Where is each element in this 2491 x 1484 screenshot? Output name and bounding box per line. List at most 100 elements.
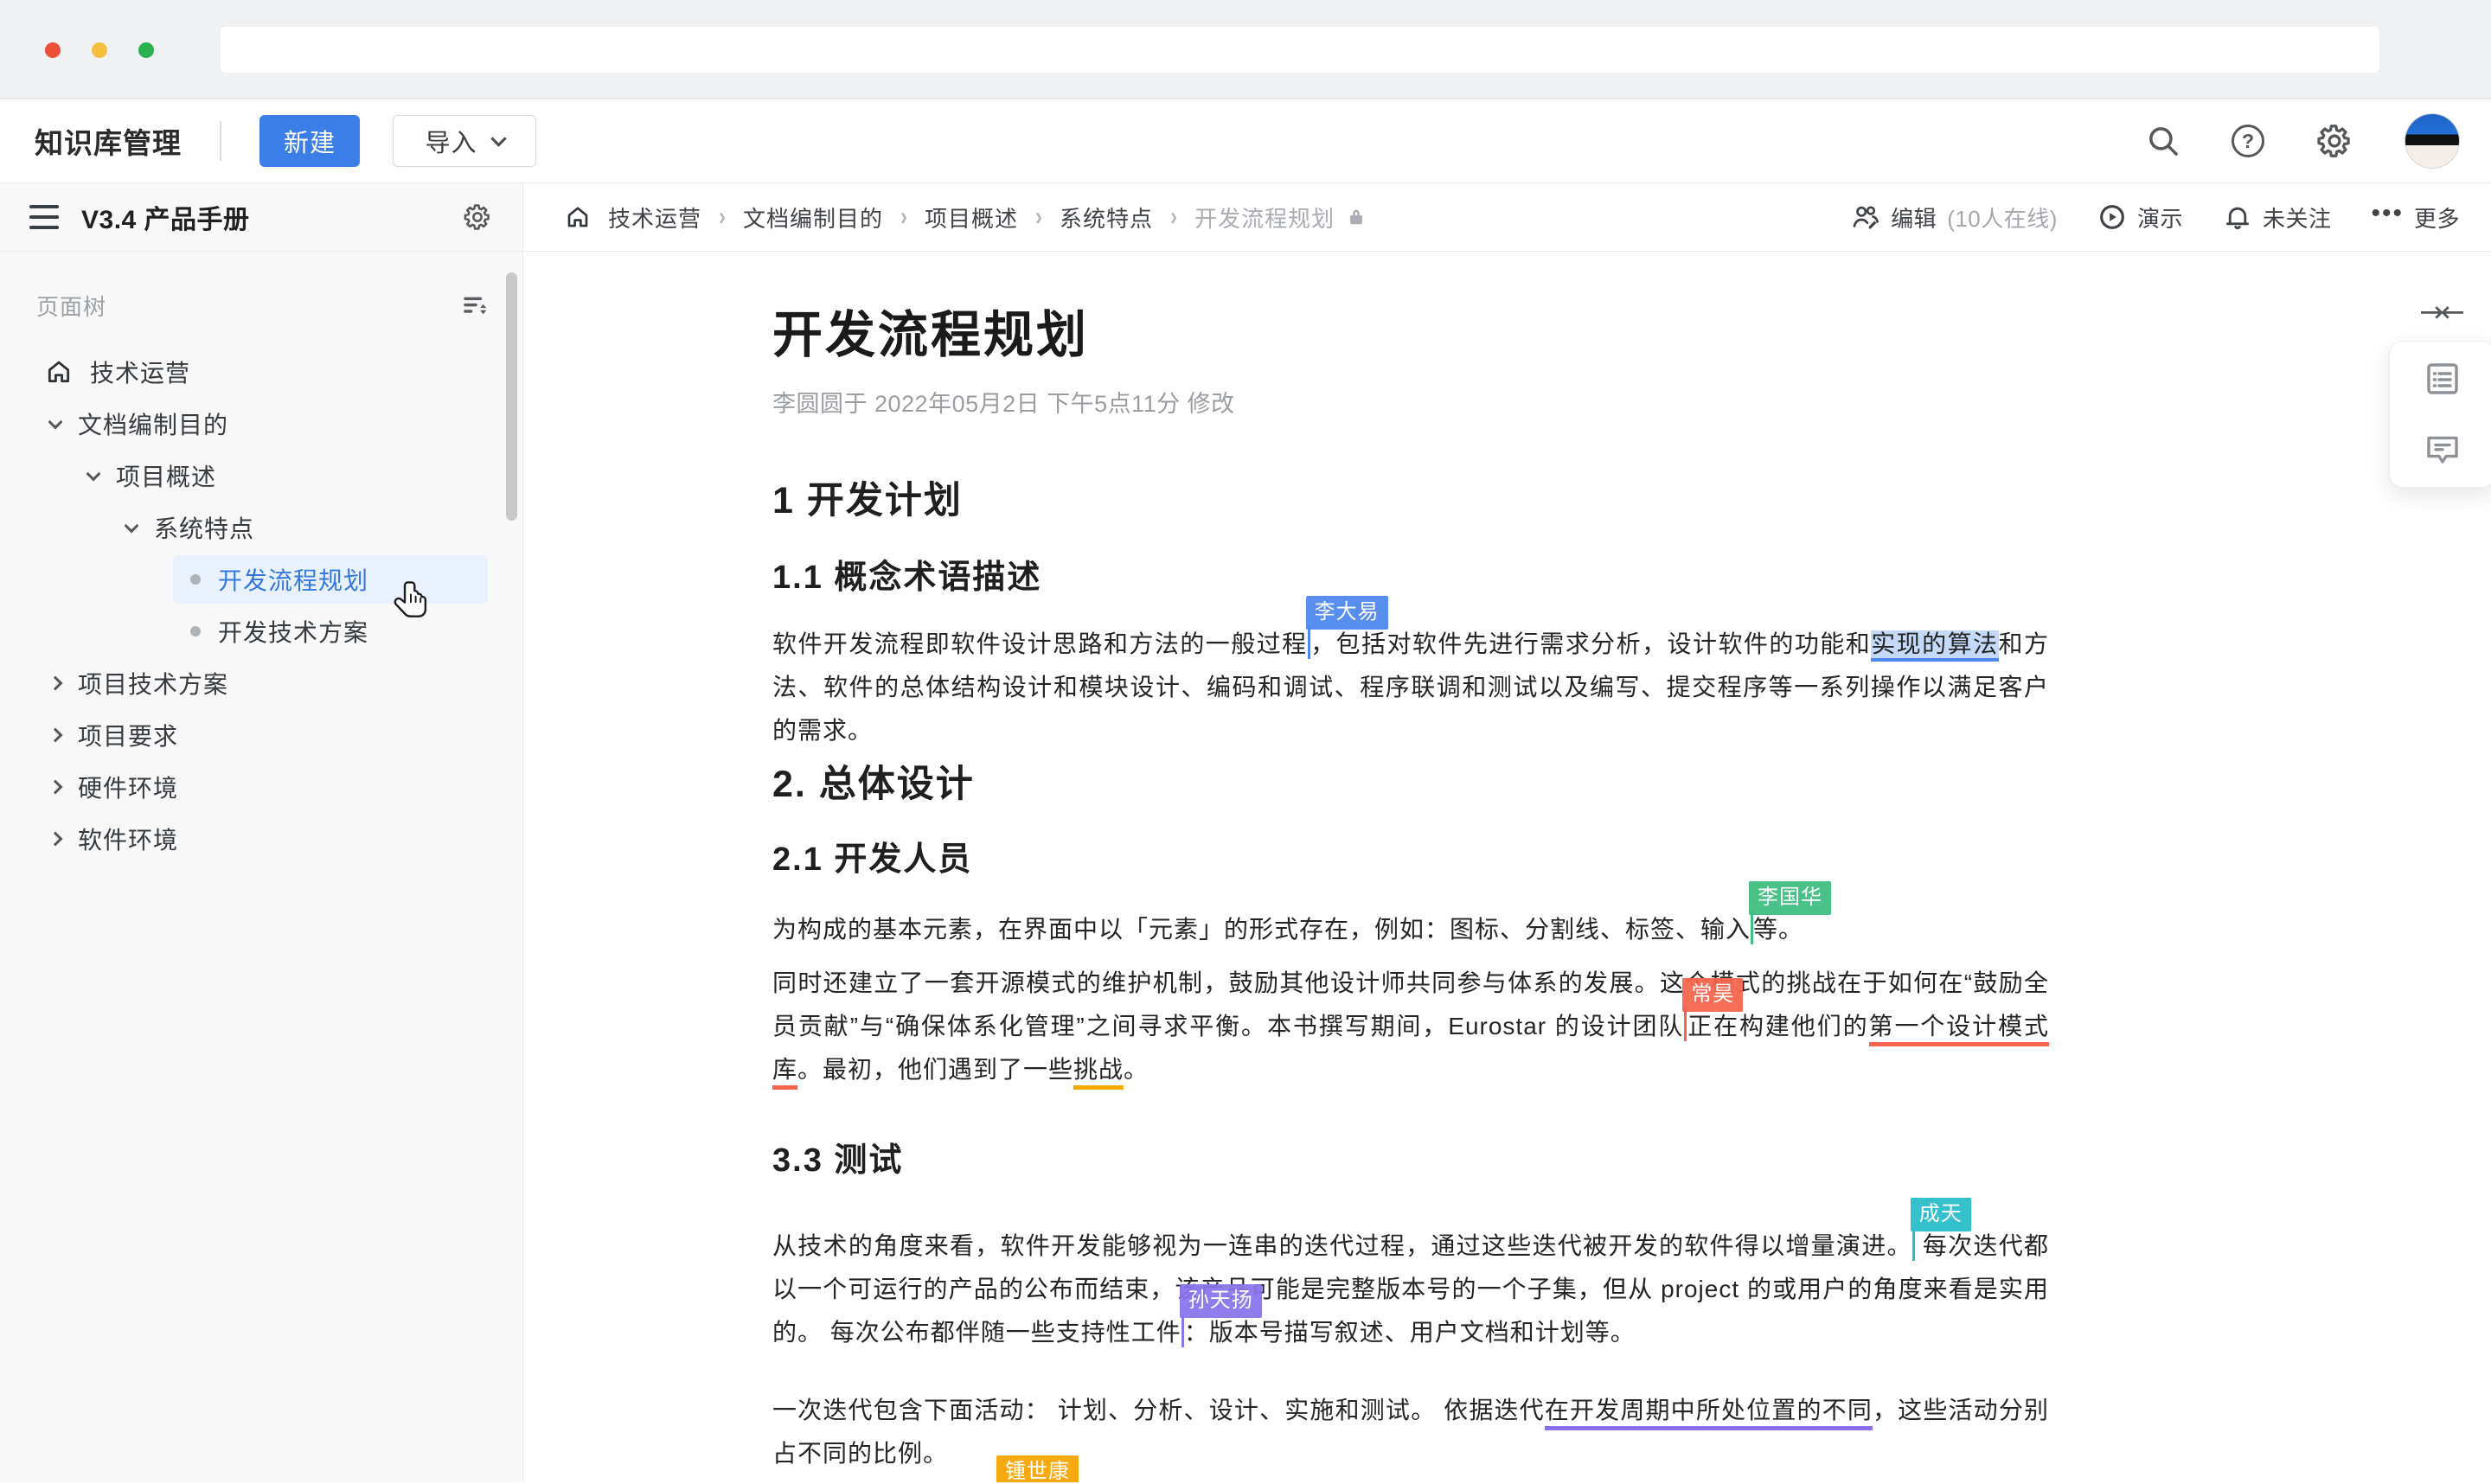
tree-item-project-tech-solution[interactable]: 项目技术方案 (0, 657, 522, 709)
tree-item-system-features[interactable]: 系统特点 (0, 502, 522, 553)
breadcrumb: 技术运营 › 文档编制目的 › 项目概述 › 系统特点 › 开发流程规划 (565, 201, 1367, 233)
help-icon[interactable]: ? (2232, 125, 2264, 157)
sidebar-header: V3.4 产品手册 (0, 183, 522, 252)
app-title: 知识库管理 (35, 120, 182, 162)
chevron-down-icon[interactable] (125, 519, 139, 534)
collab-label-lidayi: 李大易 (1306, 596, 1388, 630)
outline-toc-icon[interactable] (2422, 358, 2463, 400)
sort-order-icon[interactable] (462, 292, 490, 320)
chevron-down-icon (490, 131, 506, 146)
new-button[interactable]: 新建 (259, 115, 360, 167)
paragraph-developers: 为构成的基本元素，在界面中以「元素」的形式存在，例如：图标、分割线、标签、输入李… (772, 908, 2049, 951)
tree-item-label: 硬件环境 (78, 770, 178, 804)
more-action[interactable]: ••• 更多 (2371, 201, 2460, 233)
page-tree: 技术运营 文档编制目的 项目概述 系统特点 开发流程规划 (0, 346, 522, 865)
settings-gear-icon[interactable] (2315, 121, 2354, 161)
online-count: (10人在线) (1947, 201, 2058, 233)
home-icon (45, 358, 73, 386)
bullet-icon (190, 626, 201, 636)
tree-item-label: 项目要求 (78, 718, 178, 752)
tree-item-label: 开发流程规划 (218, 562, 368, 597)
search-icon[interactable] (2145, 123, 2181, 159)
breadcrumb-item[interactable]: 系统特点 (1060, 201, 1153, 233)
page-tree-header: 页面树 (0, 290, 522, 322)
breadcrumb-item[interactable]: 文档编制目的 (743, 201, 883, 233)
workspace-title: V3.4 产品手册 (81, 198, 462, 236)
heading-testing: 3.3 测试 (772, 1142, 2049, 1180)
collab-caret-liguohua: 李国华 (1751, 912, 1753, 944)
collab-label-suntianyang: 孙天扬 (1180, 1284, 1262, 1318)
chevron-right-icon[interactable] (48, 728, 63, 743)
present-action[interactable]: 演示 (2097, 201, 2183, 233)
collab-label-liguohua: 李国华 (1749, 881, 1831, 915)
breadcrumb-item[interactable]: 项目概述 (925, 201, 1018, 233)
collaborators-icon (1851, 202, 1880, 232)
breadcrumb-separator: › (719, 202, 726, 233)
home-icon (565, 204, 591, 230)
breadcrumb-separator: › (900, 202, 907, 233)
tree-item-label: 项目技术方案 (78, 666, 228, 700)
chevron-right-icon[interactable] (48, 676, 63, 691)
heading-overall-design: 2. 总体设计 (772, 763, 2049, 806)
tree-item-doc-purpose[interactable]: 文档编制目的 (0, 398, 522, 450)
collab-label-zhongshikang: 锺世康 (996, 1455, 1079, 1482)
breadcrumb-separator: › (1170, 202, 1177, 233)
collab-caret-suntianyang: 孙天扬 (1181, 1314, 1184, 1347)
tree-item-project-requirements[interactable]: 项目要求 (0, 709, 522, 761)
chevron-down-icon[interactable] (86, 467, 101, 482)
bullet-icon (190, 574, 201, 585)
header-divider (220, 121, 221, 161)
collab-label-changhao: 常昊 (1682, 978, 1743, 1012)
close-window-button[interactable] (45, 42, 61, 58)
paragraph-open-source-model: 同时还建立了一套开源模式的维护机制，鼓励其他设计师共同参与体系的发展。这个模式的… (772, 962, 2049, 1091)
tree-item-label: 开发技术方案 (218, 614, 368, 649)
document: 开发流程规划 李圆圆于 2022年05月2日 下午5点11分 修改 1 开发计划… (772, 252, 2049, 1482)
underlined-text-purple: 在开发周期中所处位置的不同 (1545, 1397, 1873, 1430)
edit-action[interactable]: 编辑 (10人在线) (1851, 201, 2058, 233)
play-icon (2097, 202, 2127, 232)
breadcrumb-item[interactable]: 技术运营 (608, 201, 701, 233)
collapse-panel-icon[interactable]: →← (2419, 295, 2462, 329)
doc-meta: 李圆圆于 2022年05月2日 下午5点11分 修改 (772, 385, 2049, 419)
tree-item-label: 项目概述 (116, 458, 216, 493)
ellipsis-icon: ••• (2371, 201, 2404, 227)
chevron-down-icon[interactable] (48, 415, 63, 430)
tree-item-hardware-env[interactable]: 硬件环境 (0, 761, 522, 813)
paragraph-testing-iterations: 从技术的角度来看，软件开发能够视为一连串的迭代过程，通过这些迭代被开发的软件得以… (772, 1225, 2049, 1354)
tree-item-dev-process-plan-selected[interactable]: 开发流程规划 (173, 555, 488, 604)
underlined-text-orange: 挑战 (1073, 1056, 1124, 1090)
follow-action[interactable]: 未关注 (2223, 201, 2332, 233)
chevron-right-icon[interactable] (48, 780, 63, 795)
doc-tools-panel (2389, 341, 2491, 488)
zoom-window-button[interactable] (138, 42, 154, 58)
collab-caret-lidayi: 李大易 (1308, 626, 1310, 659)
user-avatar[interactable] (2405, 113, 2460, 169)
minimize-window-button[interactable] (92, 42, 107, 58)
edit-label: 编辑 (1891, 201, 1937, 233)
hamburger-menu-icon[interactable] (29, 205, 59, 229)
tree-item-software-env[interactable]: 软件环境 (0, 813, 522, 865)
breadcrumb-current: 开发流程规划 (1194, 201, 1367, 233)
document-scroll-area[interactable]: 开发流程规划 李圆圆于 2022年05月2日 下午5点11分 修改 1 开发计划… (523, 252, 2491, 1482)
tree-item-label: 技术运营 (90, 355, 190, 389)
window-titlebar (0, 0, 2491, 99)
chevron-right-icon[interactable] (48, 832, 63, 847)
paragraph-concept-terms: 软件开发流程即软件设计思路和方法的一般过程李大易，包括对软件先进行需求分析，设计… (772, 623, 2049, 752)
doc-actions: 编辑 (10人在线) 演示 未关注 ••• 更多 (1851, 201, 2460, 233)
collab-label-chengtian: 成天 (1911, 1198, 1971, 1231)
tree-item-label: 软件环境 (78, 822, 178, 856)
tree-item-project-overview[interactable]: 项目概述 (0, 450, 522, 502)
collab-caret-chengtian: 成天 (1912, 1228, 1915, 1261)
address-bar[interactable] (221, 27, 2379, 73)
sidebar-scrollbar[interactable] (506, 272, 517, 521)
tree-item-dev-tech-solution[interactable]: 开发技术方案 (173, 607, 488, 656)
tree-item-home[interactable]: 技术运营 (0, 346, 522, 398)
page-tree-label: 页面树 (36, 290, 462, 322)
present-label: 演示 (2137, 201, 2183, 233)
breadcrumb-separator: › (1035, 202, 1042, 233)
comment-icon[interactable] (2422, 429, 2463, 470)
workspace-settings-gear-icon[interactable] (462, 201, 493, 233)
more-label: 更多 (2414, 201, 2460, 233)
import-button[interactable]: 导入 (393, 115, 536, 167)
heading-concept-terms: 1.1 概念术语描述 (772, 559, 2049, 597)
